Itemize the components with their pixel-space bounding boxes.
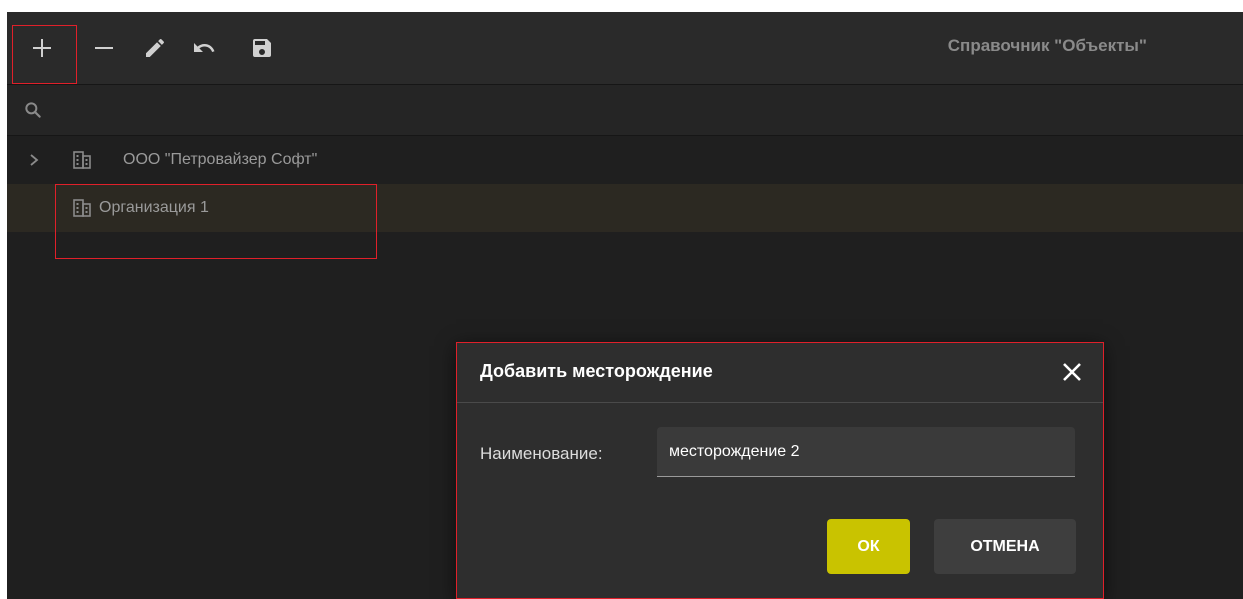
- building-icon: [73, 151, 91, 169]
- plus-icon: [33, 39, 51, 57]
- close-button[interactable]: [1055, 355, 1089, 389]
- add-button[interactable]: [17, 12, 67, 84]
- add-field-dialog: Добавить месторождение Наименование: ОК …: [456, 342, 1103, 599]
- search-icon[interactable]: [23, 100, 43, 120]
- tree-item-organization-1[interactable]: Организация 1: [7, 184, 1243, 232]
- undo-button[interactable]: [179, 12, 229, 84]
- search-bar: [7, 85, 1243, 136]
- name-field-label: Наименование:: [480, 444, 603, 463]
- search-input[interactable]: [55, 95, 659, 127]
- cancel-button[interactable]: ОТМЕНА: [934, 519, 1076, 574]
- page-title: Справочник "Объекты": [947, 36, 1147, 55]
- tree-item-label: Организация 1: [99, 199, 209, 216]
- pencil-icon: [146, 38, 165, 57]
- save-button[interactable]: [237, 12, 287, 84]
- building-icon: [73, 199, 91, 217]
- tree-item-label: ООО "Петровайзер Софт": [123, 151, 318, 168]
- ok-button[interactable]: ОК: [827, 519, 910, 574]
- undo-icon: [194, 43, 215, 52]
- dialog-header: Добавить месторождение: [456, 342, 1103, 403]
- tree-item-petrovizer-soft[interactable]: ООО "Петровайзер Софт": [7, 136, 1243, 184]
- toolbar: Справочник "Объекты": [7, 12, 1243, 85]
- name-field[interactable]: [657, 427, 1075, 477]
- dialog-title: Добавить месторождение: [480, 361, 713, 381]
- close-icon: [1063, 363, 1081, 381]
- chevron-right-icon[interactable]: [27, 153, 41, 167]
- remove-button[interactable]: [79, 12, 129, 84]
- edit-button[interactable]: [130, 12, 180, 84]
- floppy-disk-icon: [253, 39, 271, 57]
- minus-icon: [95, 47, 113, 49]
